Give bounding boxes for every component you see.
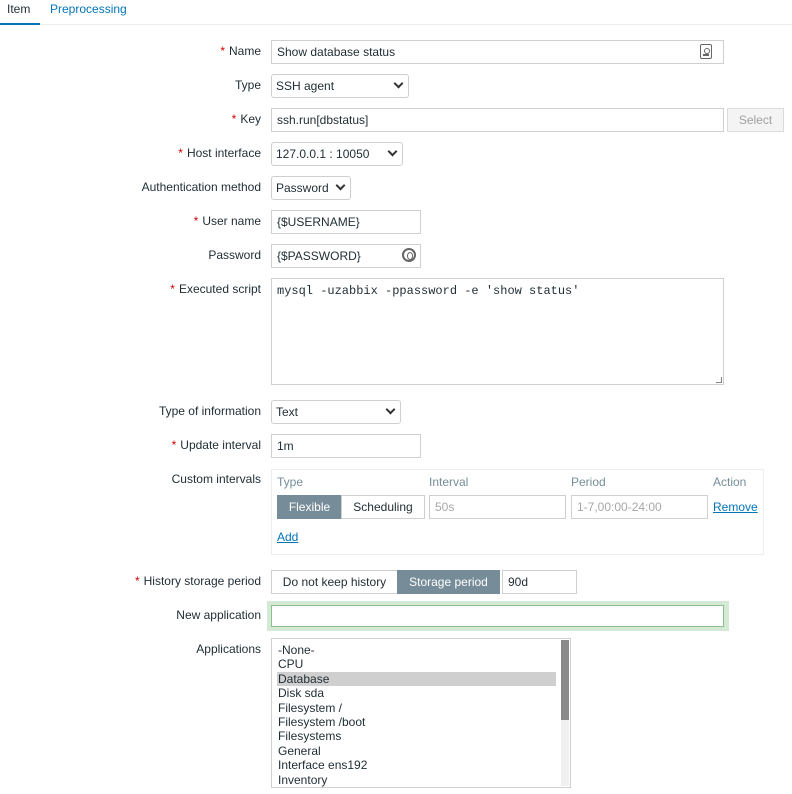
host-interface-label: * Host interface (178, 146, 261, 160)
history-storage-toggle[interactable]: Storage period (397, 570, 500, 594)
resize-handle-icon[interactable] (716, 377, 722, 383)
key-label: * Key (231, 112, 261, 126)
list-item[interactable]: Filesystem / (277, 701, 556, 715)
username-input[interactable]: {$USERNAME} (271, 210, 421, 234)
list-item[interactable]: Disk sda (277, 686, 556, 700)
type-label: Type (234, 78, 261, 92)
new-application-input[interactable] (271, 605, 724, 627)
type-of-info-label: Type of information (158, 404, 261, 418)
list-item[interactable]: CPU (277, 657, 556, 671)
tab-bar: Item Preprocessing (0, 0, 792, 25)
password-label: Password (208, 248, 261, 262)
name-label: * Name (220, 44, 261, 58)
type-select[interactable]: SSH agent (271, 74, 409, 98)
scheduling-toggle[interactable]: Scheduling (341, 495, 425, 519)
auth-method-select[interactable]: Password (271, 176, 351, 200)
script-label: * Executed script (170, 282, 261, 296)
scrollbar-thumb[interactable] (561, 640, 569, 720)
update-interval-input[interactable]: 1m (271, 434, 421, 458)
new-application-label: New application (176, 608, 261, 622)
chevron-down-icon (393, 78, 404, 89)
list-item[interactable]: -None- (277, 643, 556, 657)
key-input[interactable]: ssh.run[dbstatus] (271, 108, 724, 132)
script-text: mysql -uzabbix -ppassword -e 'show statu… (277, 284, 580, 298)
custom-intervals-label: Custom intervals (171, 472, 261, 486)
list-item[interactable]: Inventory (277, 773, 556, 787)
list-item[interactable]: Filesystems (277, 729, 556, 743)
chevron-down-icon (335, 180, 346, 191)
select-key-button[interactable]: Select (727, 108, 784, 132)
ci-header-action: Action (713, 475, 747, 489)
ci-period-input[interactable]: 1-7,00:00-24:00 (571, 495, 708, 519)
ci-add-link[interactable]: Add (277, 530, 298, 544)
history-no-keep-toggle[interactable]: Do not keep history (271, 570, 398, 594)
ci-interval-input[interactable]: 50s (429, 495, 566, 519)
list-item-selected[interactable]: Database (277, 672, 556, 686)
applications-label: Applications (196, 642, 261, 656)
ci-header-period: Period (571, 475, 606, 489)
history-label: * History storage period (134, 574, 261, 588)
history-period-input[interactable]: 90d (502, 570, 577, 594)
type-of-info-select[interactable]: Text (271, 400, 401, 424)
list-item[interactable]: General (277, 744, 556, 758)
password-input[interactable]: {$PASSWORD} (271, 244, 421, 268)
name-input[interactable]: Show database status (271, 40, 724, 64)
applications-listbox[interactable]: -None- CPU Database Disk sda Filesystem … (271, 638, 571, 788)
tab-preprocessing[interactable]: Preprocessing (50, 2, 127, 16)
auth-method-label: Authentication method (141, 180, 261, 194)
host-interface-select[interactable]: 127.0.0.1 : 10050 (271, 142, 403, 166)
chevron-down-icon (387, 146, 398, 157)
secret-toggle-icon[interactable] (402, 248, 416, 262)
macro-suggest-icon[interactable] (700, 44, 712, 59)
ci-header-type: Type (277, 475, 304, 489)
update-interval-label: * Update interval (171, 438, 261, 452)
ci-remove-link[interactable]: Remove (713, 500, 758, 514)
list-item[interactable]: Interface ens192 (277, 758, 556, 772)
chevron-down-icon (385, 404, 396, 415)
script-textarea[interactable]: mysql -uzabbix -ppassword -e 'show statu… (271, 278, 724, 385)
ci-header-interval: Interval (429, 475, 469, 489)
flexible-toggle[interactable]: Flexible (277, 495, 342, 519)
new-application-field[interactable] (267, 601, 729, 631)
tab-item[interactable]: Item (0, 2, 40, 25)
list-item[interactable]: Filesystem /boot (277, 715, 556, 729)
username-label: * User name (193, 214, 261, 228)
